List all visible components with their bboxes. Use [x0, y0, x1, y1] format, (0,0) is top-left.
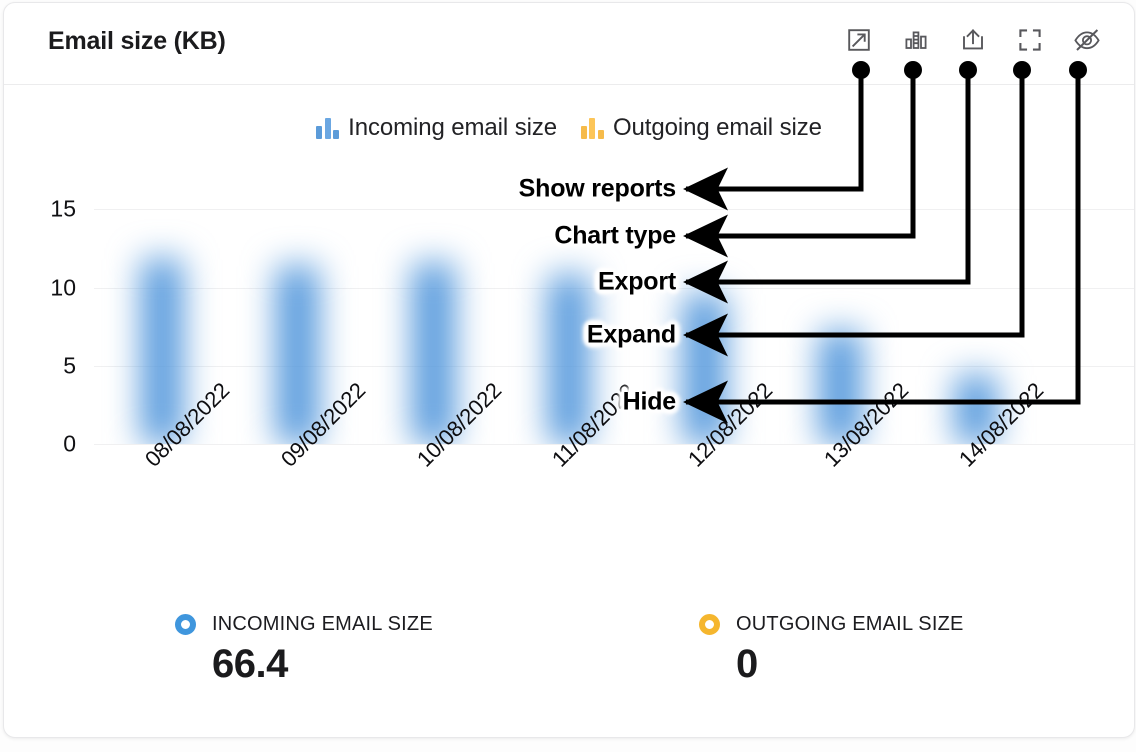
bar-chart-legend-icon-outgoing	[580, 117, 604, 139]
y-axis-tick: 5	[63, 352, 76, 379]
y-axis: 0 5 10 15	[4, 178, 90, 457]
expand-button[interactable]	[1017, 27, 1043, 53]
chart-area: Incoming email size Outgoing email size …	[4, 86, 1134, 606]
y-axis-tick: 15	[50, 195, 76, 222]
summary-stats: INCOMING EMAIL SIZE 66.4 OUTGOING EMAIL …	[4, 613, 1134, 733]
stat-value-incoming: 66.4	[212, 642, 288, 686]
email-size-card: Email size (KB) Incoming email size Outg…	[3, 2, 1135, 738]
legend-label-incoming: Incoming email size	[348, 114, 557, 141]
screenshot-root: Email size (KB) Incoming email size Outg…	[0, 0, 1136, 752]
stat-value-outgoing: 0	[736, 642, 758, 686]
stat-incoming: INCOMING EMAIL SIZE 66.4	[175, 613, 433, 687]
chart-type-button[interactable]	[903, 27, 929, 53]
card-header: Email size (KB)	[4, 3, 1134, 85]
legend-item-outgoing[interactable]: Outgoing email size	[580, 114, 822, 142]
page-title: Email size (KB)	[48, 27, 226, 55]
upload-share-icon	[960, 27, 986, 53]
stat-label-outgoing: OUTGOING EMAIL SIZE	[736, 613, 964, 635]
legend-item-incoming[interactable]: Incoming email size	[316, 114, 557, 142]
expand-icon	[1017, 27, 1043, 53]
external-link-icon	[846, 27, 872, 53]
eye-slash-icon	[1073, 27, 1101, 53]
stat-label-incoming: INCOMING EMAIL SIZE	[212, 613, 433, 635]
bar-chart-icon	[903, 27, 929, 53]
marker-ring-incoming	[175, 614, 196, 635]
y-axis-tick: 0	[63, 430, 76, 457]
bar-chart-legend-icon-incoming	[316, 117, 340, 139]
show-reports-button[interactable]	[846, 27, 872, 53]
hide-button[interactable]	[1074, 27, 1100, 53]
y-axis-tick: 10	[50, 274, 76, 301]
x-axis: 08/08/2022 09/08/2022 10/08/2022 11/08/2022…	[94, 378, 1134, 588]
chart-legend: Incoming email size Outgoing email size	[4, 114, 1134, 142]
legend-label-outgoing: Outgoing email size	[612, 114, 822, 141]
marker-ring-outgoing	[699, 614, 720, 635]
export-button[interactable]	[960, 27, 986, 53]
stat-outgoing: OUTGOING EMAIL SIZE 0	[699, 613, 964, 687]
card-toolbar	[846, 27, 1100, 53]
